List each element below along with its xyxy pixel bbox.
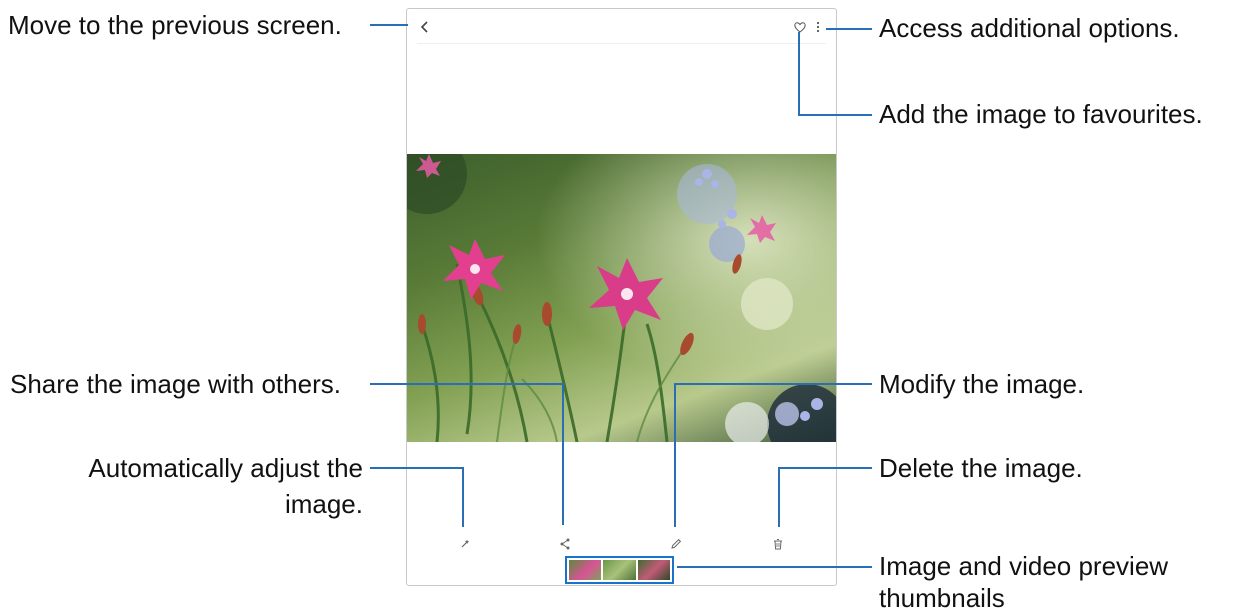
leader-line-auto-adjust-h: [370, 467, 464, 469]
callout-thumbnails-line2: thumbnails: [879, 583, 1005, 613]
callout-share: Share the image with others.: [10, 369, 341, 399]
flower-photo: [407, 154, 836, 442]
magic-wand-icon: [461, 539, 470, 548]
callout-auto-adjust-line1: Automatically adjust the: [88, 453, 363, 483]
leader-line-edit-v: [674, 383, 676, 527]
delete-button[interactable]: [763, 529, 793, 559]
auto-adjust-caption: [435, 551, 495, 557]
thumbnail[interactable]: [603, 560, 636, 580]
thumbnail[interactable]: [569, 560, 602, 580]
leader-line-delete-v: [778, 467, 780, 527]
leader-line-more: [826, 28, 872, 30]
share-button[interactable]: [550, 529, 580, 559]
callout-thumbnails-line1: Image and video preview: [879, 551, 1169, 581]
callout-auto-adjust-line2: image.: [284, 489, 363, 519]
top-bar-divider: [417, 43, 826, 44]
callout-more-options: Access additional options.: [879, 13, 1180, 43]
leader-line-share-v: [562, 383, 564, 525]
back-button[interactable]: [415, 17, 435, 37]
favourite-button[interactable]: [790, 17, 810, 37]
trash-icon: [774, 539, 782, 550]
leader-line-favourite-h: [798, 114, 872, 116]
chevron-left-icon: [420, 21, 428, 33]
edit-button[interactable]: [661, 529, 691, 559]
leader-line-edit-h: [674, 383, 872, 385]
leader-line-back: [370, 24, 408, 26]
more-vertical-icon: [816, 21, 820, 33]
leader-line-auto-adjust-v: [462, 467, 464, 527]
more-options-button[interactable]: [811, 17, 825, 37]
leader-line-favourite-v: [798, 32, 800, 116]
callout-edit: Modify the image.: [879, 369, 1085, 399]
leader-line-delete-h: [778, 467, 872, 469]
gallery-viewer-screen: [406, 8, 837, 586]
callout-delete: Delete the image.: [879, 453, 1083, 483]
leader-line-thumbnails: [677, 566, 872, 568]
heart-icon: [794, 21, 806, 33]
pencil-icon: [671, 538, 682, 549]
callout-back: Move to the previous screen.: [8, 10, 342, 40]
thumbnail[interactable]: [637, 560, 670, 580]
callout-favourite: Add the image to favourites.: [879, 99, 1203, 129]
leader-line-share-h: [370, 383, 564, 385]
share-icon: [560, 538, 570, 550]
photo-view[interactable]: [407, 154, 836, 442]
preview-thumbnail-strip[interactable]: [565, 556, 674, 584]
